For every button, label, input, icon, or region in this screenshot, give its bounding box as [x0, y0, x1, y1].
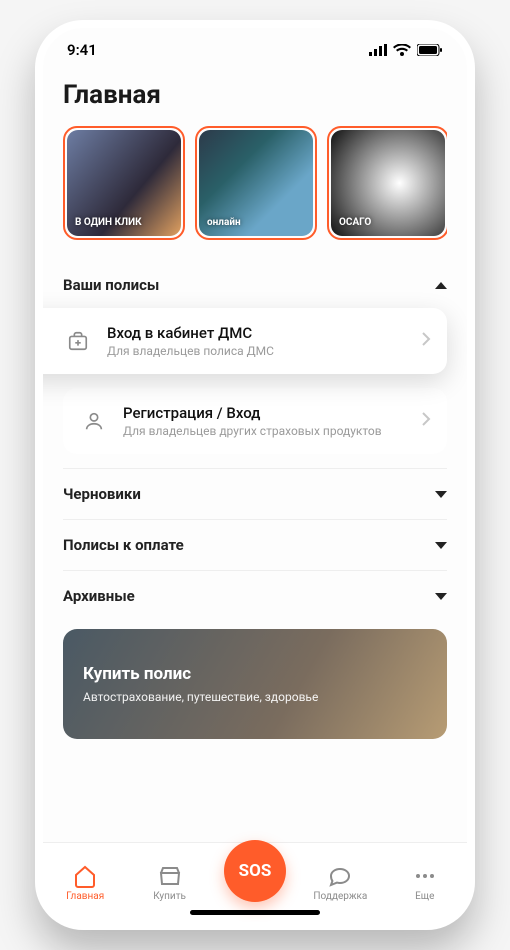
- person-icon: [79, 410, 109, 432]
- home-icon: [73, 864, 97, 888]
- tab-support-label: Поддержка: [313, 891, 367, 902]
- tab-buy[interactable]: Купить: [140, 864, 200, 902]
- tab-support[interactable]: Поддержка: [310, 864, 370, 902]
- drafts-label: Черновики: [63, 485, 141, 503]
- sos-label: SOS: [239, 861, 272, 881]
- archive-label: Архивные: [63, 587, 135, 605]
- story-card[interactable]: В ОДИН КЛИК: [63, 126, 185, 240]
- to-pay-section[interactable]: Полисы к оплате: [63, 519, 447, 570]
- banner-title: Купить полис: [83, 664, 427, 684]
- dms-title: Вход в кабинет ДМС: [107, 324, 274, 342]
- content-area: Главная В ОДИН КЛИК онлайн ОСАГО Ваши по…: [43, 72, 467, 842]
- chevron-right-icon: [421, 331, 431, 351]
- chat-icon: [328, 864, 352, 888]
- status-indicators: [369, 44, 443, 56]
- wifi-icon: [393, 44, 411, 56]
- login-subtitle: Для владельцев других страховых продукто…: [123, 424, 382, 438]
- dms-subtitle: Для владельцев полиса ДМС: [107, 344, 274, 358]
- shop-icon: [158, 864, 182, 888]
- caret-down-icon: [435, 542, 447, 549]
- more-icon: [413, 864, 437, 888]
- cellular-icon: [369, 44, 387, 56]
- battery-icon: [417, 44, 443, 56]
- tab-home[interactable]: Главная: [55, 864, 115, 902]
- caret-up-icon: [435, 282, 447, 289]
- story-label: В ОДИН КЛИК: [75, 217, 142, 228]
- screen: 9:41 Главная В ОДИН КЛИК онлайн ОСАГО: [43, 28, 467, 922]
- story-label: онлайн: [207, 217, 241, 228]
- status-bar: 9:41: [43, 28, 467, 72]
- policies-header[interactable]: Ваши полисы: [63, 262, 447, 308]
- tab-home-label: Главная: [66, 891, 104, 902]
- chevron-right-icon: [421, 411, 431, 431]
- dms-login-card[interactable]: Вход в кабинет ДМС Для владельцев полиса…: [43, 308, 447, 374]
- buy-policy-banner[interactable]: Купить полис Автострахование, путешестви…: [63, 629, 447, 739]
- story-card[interactable]: онлайн: [195, 126, 317, 240]
- to-pay-label: Полисы к оплате: [63, 536, 184, 554]
- medkit-icon: [63, 330, 93, 352]
- caret-down-icon: [435, 593, 447, 600]
- story-row[interactable]: В ОДИН КЛИК онлайн ОСАГО: [63, 126, 447, 240]
- tab-bar: Главная Купить SOS Поддержка Еще: [43, 842, 467, 922]
- story-label: ОСАГО: [339, 217, 371, 228]
- tab-more[interactable]: Еще: [395, 864, 455, 902]
- archive-section[interactable]: Архивные: [63, 570, 447, 621]
- tab-more-label: Еще: [415, 891, 434, 902]
- login-title: Регистрация / Вход: [123, 404, 382, 422]
- page-title: Главная: [63, 80, 447, 110]
- caret-down-icon: [435, 491, 447, 498]
- login-card[interactable]: Регистрация / Вход Для владельцев других…: [63, 388, 447, 454]
- phone-frame: 9:41 Главная В ОДИН КЛИК онлайн ОСАГО: [35, 20, 475, 930]
- sos-button[interactable]: SOS: [224, 840, 286, 902]
- status-time: 9:41: [67, 41, 97, 59]
- tab-buy-label: Купить: [153, 891, 186, 902]
- home-indicator: [190, 910, 320, 915]
- drafts-section[interactable]: Черновики: [63, 468, 447, 519]
- banner-subtitle: Автострахование, путешествие, здоровье: [83, 690, 427, 704]
- policies-header-label: Ваши полисы: [63, 276, 159, 294]
- story-card[interactable]: ОСАГО: [327, 126, 447, 240]
